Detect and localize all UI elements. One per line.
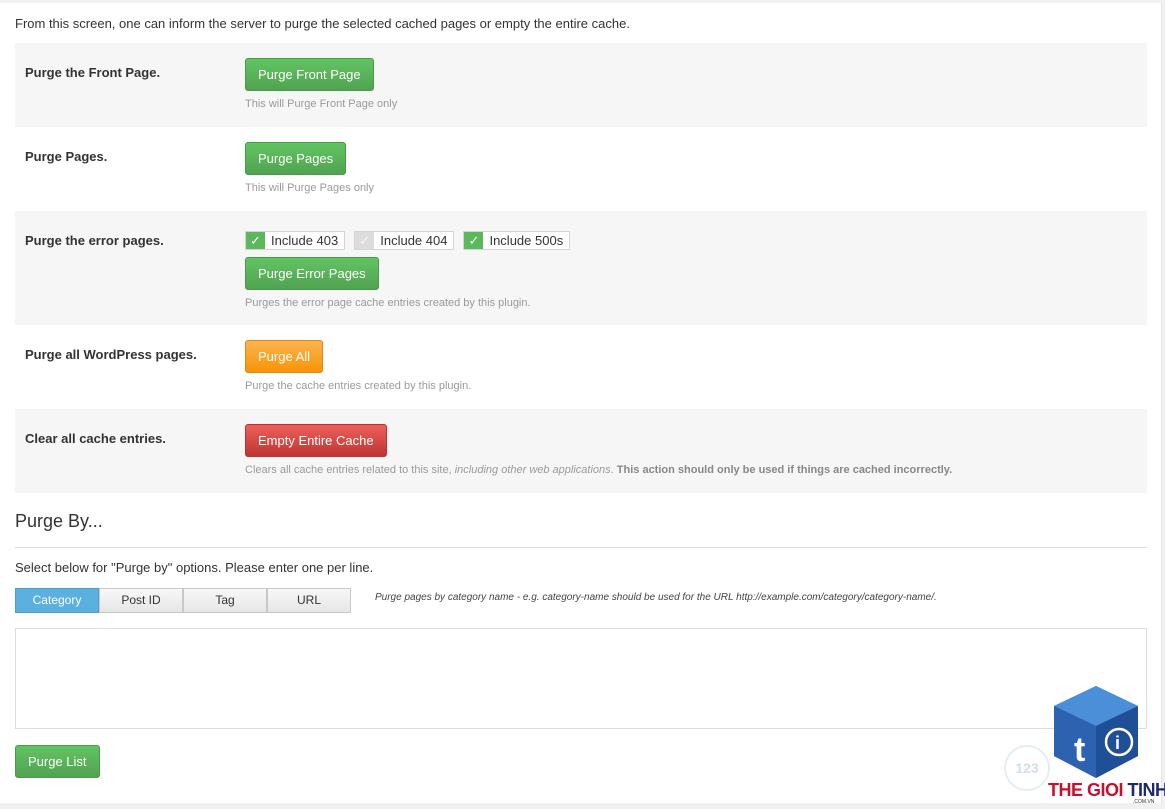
tab-tag[interactable]: Tag [183, 588, 267, 613]
purge-list-textarea[interactable] [15, 628, 1147, 729]
row-description: This will Purge Pages only [245, 182, 375, 194]
row-description: Clears all cache entries related to this… [245, 464, 953, 476]
row-purge-pages: Purge Pages. Purge Pages This will Purge… [15, 127, 1147, 211]
tab-category[interactable]: Category [15, 588, 99, 613]
error-code-checkboxes: ✓ Include 403 ✓ Include 404 ✓ Include 50… [245, 231, 571, 251]
purge-by-hint: Purge pages by category name - e.g. cate… [375, 592, 937, 603]
svg-text:i: i [1115, 733, 1120, 753]
purge-all-button[interactable]: Purge All [245, 340, 324, 373]
purge-settings-page: From this screen, one can inform the ser… [0, 3, 1162, 803]
tab-url[interactable]: URL [267, 588, 351, 613]
empty-entire-cache-button[interactable]: Empty Entire Cache [245, 424, 387, 457]
row-description: This will Purge Front Page only [245, 98, 398, 110]
intro-text: From this screen, one can inform the ser… [15, 16, 630, 31]
row-label: Clear all cache entries. [25, 431, 166, 446]
brand-domain: .COM.VN [1133, 799, 1155, 805]
row-description: Purges the error page cache entries crea… [245, 297, 531, 309]
purge-list-button[interactable]: Purge List [15, 745, 100, 778]
purge-pages-button[interactable]: Purge Pages [245, 142, 347, 175]
row-clear-cache: Clear all cache entries. Empty Entire Ca… [15, 409, 1147, 493]
checkmark-icon: ✓ [355, 232, 375, 249]
include-404-checkbox[interactable]: ✓ Include 404 [354, 231, 455, 250]
purge-by-tabs: Category Post ID Tag URL [15, 588, 351, 613]
row-purge-all: Purge all WordPress pages. Purge All Pur… [15, 325, 1147, 409]
include-500s-checkbox[interactable]: ✓ Include 500s [463, 231, 571, 250]
purge-by-title: Purge By... [15, 511, 103, 531]
row-description: Purge the cache entries created by this … [245, 380, 472, 392]
row-label: Purge Pages. [25, 149, 108, 164]
row-label: Purge all WordPress pages. [25, 347, 197, 362]
row-purge-error-pages: Purge the error pages. ✓ Include 403 ✓ I… [15, 211, 1147, 325]
row-label: Purge the error pages. [25, 233, 164, 248]
purge-front-page-button[interactable]: Purge Front Page [245, 58, 374, 91]
row-purge-front-page: Purge the Front Page. Purge Front Page T… [15, 43, 1147, 127]
purge-by-description: Select below for "Purge by" options. Ple… [15, 560, 374, 575]
checkmark-icon: ✓ [464, 232, 484, 249]
svg-text:t: t [1074, 731, 1085, 769]
badge-123-icon: 123 [1004, 745, 1050, 791]
divider [15, 547, 1147, 548]
checkmark-icon: ✓ [246, 232, 265, 249]
row-label: Purge the Front Page. [25, 65, 161, 80]
purge-error-pages-button[interactable]: Purge Error Pages [245, 257, 379, 290]
include-403-checkbox[interactable]: ✓ Include 403 [245, 231, 346, 250]
tab-post-id[interactable]: Post ID [99, 588, 183, 613]
brand-text: THE GIOI TINHOC [1048, 780, 1165, 800]
